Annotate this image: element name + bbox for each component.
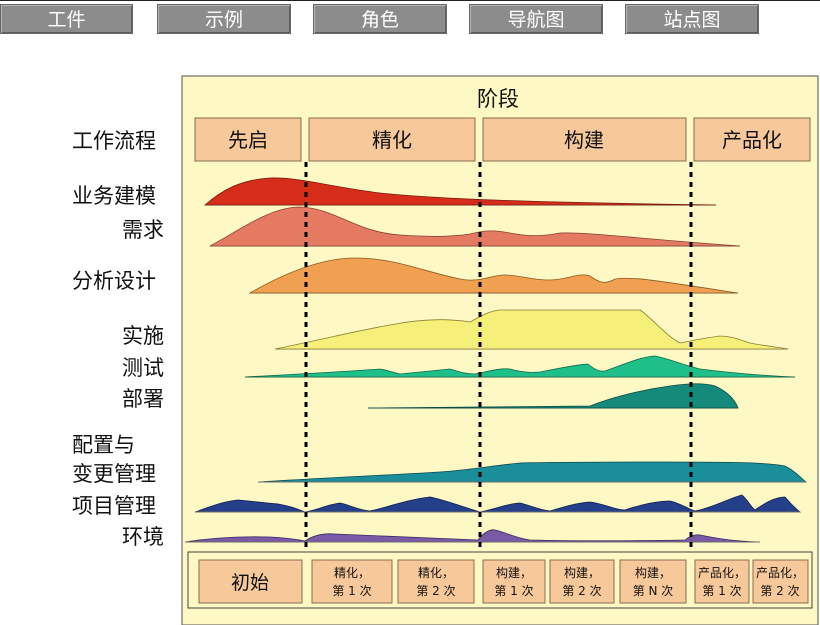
phase-label-inception: 先启 [228, 128, 268, 152]
label-requirements: 需求 [122, 218, 164, 242]
iteration-const-n-line2: 第 N 次 [633, 584, 674, 598]
iteration-const-1-line2: 第 1 次 [494, 584, 533, 598]
phases-title: 阶段 [477, 87, 519, 111]
label-environment: 环境 [122, 525, 164, 549]
label-implementation: 实施 [122, 324, 164, 348]
phase-label-construction: 构建 [564, 128, 604, 152]
iteration-const-2-line2: 第 2 次 [562, 584, 601, 598]
label-deployment: 部署 [122, 387, 164, 411]
iteration-elab-2-line2: 第 2 次 [416, 584, 455, 598]
label-analysis-design: 分析设计 [72, 269, 156, 293]
phase-label-transition: 产品化 [722, 128, 782, 152]
label-change-management: 变更管理 [72, 462, 156, 486]
label-workflows: 工作流程 [72, 129, 156, 153]
phase-label-elaboration: 精化 [372, 128, 412, 152]
iteration-elab-2-line1: 精化， [418, 566, 454, 580]
iteration-trans-2-line2: 第 2 次 [760, 584, 799, 598]
iteration-label-initial: 初始 [231, 572, 269, 594]
iteration-const-n-line1: 构建， [635, 565, 671, 580]
label-configuration: 配置与 [72, 433, 135, 457]
iteration-elab-1-line1: 精化， [334, 566, 370, 580]
iteration-trans-1-line2: 第 1 次 [702, 584, 741, 598]
iteration-trans-2-line1: 产品化， [756, 566, 804, 580]
iteration-const-2-line1: 构建， [564, 565, 600, 580]
label-project-management: 项目管理 [72, 494, 156, 518]
rup-process-diagram: 阶段 先启 精化 构建 产品化 工作流程 业务建模 需求 分析设计 实施 测试 … [72, 75, 819, 625]
iteration-elab-1-line2: 第 1 次 [332, 584, 371, 598]
label-test: 测试 [122, 356, 164, 380]
label-business-modeling: 业务建模 [72, 184, 156, 208]
iteration-const-1-line1: 构建， [496, 565, 532, 580]
iteration-trans-1-line1: 产品化， [698, 566, 746, 580]
